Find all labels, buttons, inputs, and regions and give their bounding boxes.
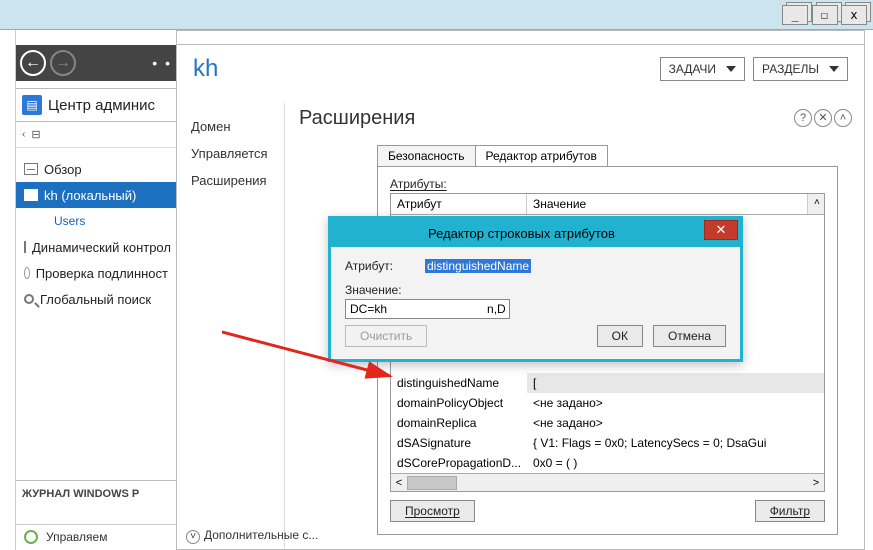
tasks-dropdown[interactable]: ЗАДАЧИ <box>660 57 745 81</box>
section-nav: Домен Управляется Расширения <box>177 103 284 194</box>
nav-tree: Обзор kh (локальный) Users Динамический … <box>16 150 176 312</box>
tree-search[interactable]: Глобальный поиск <box>16 286 176 312</box>
splitter[interactable] <box>284 103 285 549</box>
inner-close-button[interactable]: x <box>841 5 867 25</box>
grid-header: Атрибут Значение ˄ <box>391 194 824 215</box>
additional-expander[interactable]: ˅Дополнительные c... <box>186 528 318 544</box>
grid-hscroll[interactable]: < > <box>391 473 824 491</box>
refresh-icon <box>24 530 38 544</box>
string-attribute-editor-dialog: Редактор строковых атрибутов ✕ Атрибут: … <box>328 216 743 362</box>
grid-scroll-up[interactable]: ˄ <box>808 194 824 214</box>
tab-attribute-editor[interactable]: Редактор атрибутов <box>475 145 608 167</box>
tree-kh[interactable]: kh (локальный) <box>16 182 176 208</box>
tree-users[interactable]: Users <box>16 208 176 234</box>
scroll-thumb[interactable] <box>407 476 457 490</box>
search-icon <box>24 294 34 304</box>
chevron-down-icon <box>829 66 839 72</box>
crumb-icon: ⊟ <box>31 128 40 141</box>
collapse-icon[interactable]: ˄ <box>834 109 852 127</box>
grid-col-attribute[interactable]: Атрибут <box>391 194 527 214</box>
outer-window-titlebar: _ ☐ x <box>0 0 873 30</box>
forward-button[interactable]: → <box>50 50 76 76</box>
tab-security[interactable]: Безопасность <box>377 145 476 167</box>
dialog-close-button[interactable]: ✕ <box>704 220 738 240</box>
grid-row[interactable]: dSCorePropagationD...0x0 = ( ) <box>391 453 824 473</box>
dialog-titlebar[interactable]: Редактор строковых атрибутов ✕ <box>331 219 740 247</box>
attr-label: Атрибут: <box>345 259 415 273</box>
inner-minimize-button[interactable]: _ <box>782 5 808 25</box>
sections-dropdown[interactable]: РАЗДЕЛЫ <box>753 57 848 81</box>
clear-button[interactable]: Очистить <box>345 325 427 347</box>
section-managed[interactable]: Управляется <box>191 140 284 167</box>
grid-row[interactable]: distinguishedName[ <box>391 373 824 393</box>
grid-row[interactable]: dSASignature{ V1: Flags = 0x0; LatencySe… <box>391 433 824 453</box>
chevron-down-icon <box>726 66 736 72</box>
help-icon[interactable]: ? <box>794 109 812 127</box>
folder-icon <box>24 241 26 253</box>
tree-auth[interactable]: Проверка подлинност <box>16 260 176 286</box>
inner-maximize-button[interactable]: ☐ <box>812 5 838 25</box>
app-title-bar: ▤ Центр админис <box>16 88 176 122</box>
breadcrumb[interactable]: ‹ ⊟ <box>16 122 176 148</box>
attr-name-value[interactable]: distinguishedName <box>425 259 531 273</box>
value-input[interactable] <box>345 299 510 319</box>
tree-overview[interactable]: Обзор <box>16 156 176 182</box>
outer-left-strip <box>0 30 16 550</box>
dialog-title: Редактор строковых атрибутов <box>339 226 704 241</box>
section-domain[interactable]: Домен <box>191 113 284 140</box>
detail-header: kh ЗАДАЧИ РАЗДЕЛЫ <box>177 45 864 93</box>
overview-icon <box>24 163 38 175</box>
manage-row[interactable]: Управляем <box>16 524 176 548</box>
back-button[interactable]: ← <box>20 50 46 76</box>
app-icon: ▤ <box>22 95 42 115</box>
page-title: kh <box>193 55 218 83</box>
app-title: Центр админис <box>48 97 155 114</box>
close-section-icon[interactable]: ✕ <box>814 109 832 127</box>
grid-row[interactable]: domainPolicyObject<не задано> <box>391 393 824 413</box>
nav-bar: ← → • • <box>16 45 176 81</box>
section-extensions[interactable]: Расширения <box>191 167 284 194</box>
server-icon <box>24 189 38 201</box>
chevron-down-icon: ˅ <box>186 530 200 544</box>
grid-caption: Атрибуты: <box>390 177 825 191</box>
scroll-left-icon[interactable]: < <box>391 477 407 489</box>
scroll-right-icon[interactable]: > <box>808 477 824 489</box>
journal-panel-header[interactable]: ЖУРНАЛ WINDOWS P <box>16 480 176 506</box>
section-heading: Расширения <box>299 107 415 130</box>
crumb-chevron-icon: ‹ <box>22 129 25 140</box>
value-label: Значение: <box>345 283 402 297</box>
filter-button[interactable]: Фильтр <box>755 500 825 522</box>
inner-window-titlebar: _ ☐ x <box>176 30 865 44</box>
check-icon <box>24 267 30 279</box>
cancel-button[interactable]: Отмена <box>653 325 726 347</box>
nav-more-icon[interactable]: • • <box>152 55 172 71</box>
grid-col-value[interactable]: Значение <box>527 194 808 214</box>
ok-button[interactable]: ОК <box>597 325 643 347</box>
tree-dynamic[interactable]: Динамический контрол <box>16 234 176 260</box>
grid-row[interactable]: domainReplica<не задано> <box>391 413 824 433</box>
view-button[interactable]: Просмотр <box>390 500 475 522</box>
